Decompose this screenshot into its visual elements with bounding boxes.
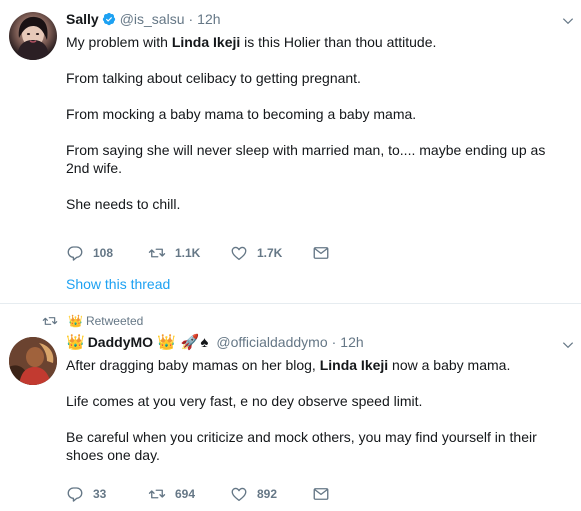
retweet-count: 694 bbox=[175, 487, 196, 501]
tweet-paragraph: From talking about celibacy to getting p… bbox=[66, 70, 361, 86]
reply-icon bbox=[67, 487, 83, 502]
crown-icon: 👑 bbox=[68, 314, 83, 328]
tweet-paragraph: Be careful when you criticize and mock o… bbox=[66, 429, 537, 463]
like-count: 1.7K bbox=[257, 246, 283, 260]
mention-bold: Linda Ikeji bbox=[319, 357, 389, 373]
crown-icon: 👑 bbox=[66, 333, 85, 351]
separator-dot: · bbox=[331, 334, 337, 350]
display-name[interactable]: DaddyMO bbox=[88, 334, 153, 350]
reply-button[interactable]: 108 bbox=[66, 244, 148, 262]
retweet-icon bbox=[148, 489, 166, 499]
tweet-text: My problem with Linda Ikeji is this Holi… bbox=[66, 33, 571, 213]
reply-button[interactable]: 33 bbox=[66, 485, 148, 503]
heart-icon bbox=[231, 487, 247, 502]
envelope-icon bbox=[313, 247, 329, 259]
heart-icon bbox=[231, 246, 247, 261]
spade-icon: ♠ bbox=[200, 333, 209, 351]
tweet-paragraph: From mocking a baby mama to becoming a b… bbox=[66, 106, 417, 122]
tweet-actions: 33 694 892 bbox=[66, 485, 394, 503]
like-count: 892 bbox=[257, 487, 278, 501]
tweet-text: After dragging baby mamas on her blog, L… bbox=[66, 356, 571, 464]
avatar[interactable] bbox=[9, 337, 57, 385]
avatar-image bbox=[9, 337, 57, 385]
envelope-icon bbox=[313, 488, 329, 500]
user-handle[interactable]: @is_salsu bbox=[120, 11, 185, 27]
tweet-sally[interactable]: Sally @is_salsu · 12h My problem with Li… bbox=[0, 0, 581, 304]
direct-message-button[interactable] bbox=[312, 485, 394, 503]
avatar[interactable] bbox=[9, 12, 57, 60]
mention-bold: Linda Ikeji bbox=[171, 34, 241, 50]
like-button[interactable]: 892 bbox=[230, 485, 312, 503]
reply-icon bbox=[67, 246, 83, 261]
retweet-icon bbox=[42, 317, 58, 325]
rocket-icon: 🚀 bbox=[180, 333, 200, 351]
retweeted-label[interactable]: Retweeted bbox=[86, 314, 143, 328]
tweet-paragraph: My problem with Linda Ikeji is this Holi… bbox=[66, 34, 437, 50]
separator-dot: · bbox=[188, 11, 194, 27]
tweet-header: 👑 DaddyMO 👑 🚀 ♠ @officialdaddymo · 12h bbox=[66, 334, 364, 350]
reply-count: 108 bbox=[93, 246, 114, 260]
like-button[interactable]: 1.7K bbox=[230, 244, 312, 262]
retweet-count: 1.1K bbox=[175, 246, 201, 260]
tweet-header: Sally @is_salsu · 12h bbox=[66, 11, 221, 27]
retweet-icon bbox=[148, 248, 166, 258]
tweet-actions: 108 1.1K 1.7K bbox=[66, 244, 394, 262]
tweet-paragraph: From saying she will never sleep with ma… bbox=[66, 142, 546, 176]
retweet-button[interactable]: 1.1K bbox=[148, 244, 230, 262]
tweet-paragraph: Life comes at you very fast, e no dey ob… bbox=[66, 393, 423, 409]
verified-badge-icon bbox=[102, 12, 115, 26]
reply-count: 33 bbox=[93, 487, 107, 501]
show-thread-link[interactable]: Show this thread bbox=[66, 276, 170, 292]
crown-icon: 👑 bbox=[157, 333, 176, 351]
tweet-paragraph: She needs to chill. bbox=[66, 196, 181, 212]
chevron-down-icon[interactable] bbox=[561, 14, 575, 28]
avatar-image bbox=[17, 16, 49, 60]
timestamp[interactable]: 12h bbox=[197, 11, 220, 27]
direct-message-button[interactable] bbox=[312, 244, 394, 262]
chevron-down-icon[interactable] bbox=[561, 338, 575, 352]
timestamp[interactable]: 12h bbox=[340, 334, 363, 350]
display-name[interactable]: Sally bbox=[66, 11, 99, 27]
retweet-context: 👑 Retweeted bbox=[42, 313, 143, 329]
user-handle[interactable]: @officialdaddymo bbox=[216, 334, 327, 350]
tweet-paragraph: After dragging baby mamas on her blog, L… bbox=[66, 357, 511, 373]
retweet-button[interactable]: 694 bbox=[148, 485, 230, 503]
